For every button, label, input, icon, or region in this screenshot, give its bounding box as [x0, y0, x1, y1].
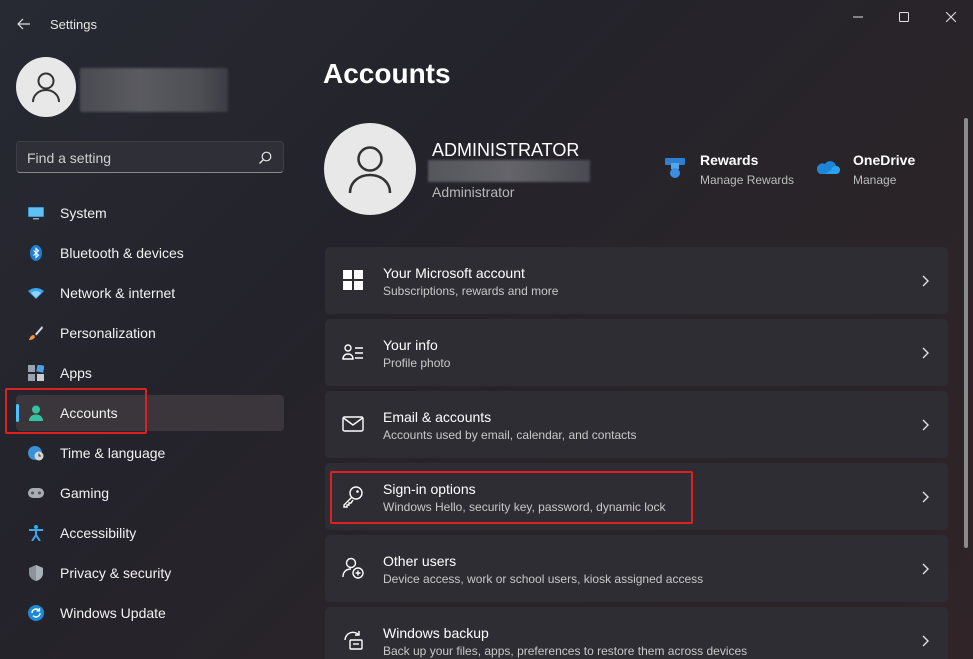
- page-title: Accounts: [323, 58, 451, 89]
- rewards-link[interactable]: Rewards Manage Rewards: [664, 152, 804, 192]
- sidebar-item-label: Windows Update: [60, 605, 166, 621]
- sidebar-item-label: Gaming: [60, 485, 110, 501]
- person-icon: [29, 405, 43, 421]
- apps-icon: [28, 365, 44, 381]
- sidebar-item-label: Bluetooth & devices: [60, 245, 184, 261]
- minimize-button[interactable]: [838, 2, 878, 32]
- account-avatar[interactable]: [324, 123, 416, 215]
- card-subtitle: Back up your files, apps, preferences to…: [383, 644, 748, 658]
- card-email-accounts[interactable]: Email & accounts Accounts used by email,…: [325, 391, 948, 458]
- globe-clock-icon: [28, 446, 44, 461]
- sidebar-item-accounts[interactable]: Accounts: [16, 395, 284, 431]
- settings-card-list: Your Microsoft account Subscriptions, re…: [325, 247, 948, 659]
- redacted-profile-name: [80, 68, 228, 112]
- back-button[interactable]: [12, 12, 36, 36]
- update-icon: [28, 605, 44, 621]
- monitor-icon: [28, 207, 44, 220]
- sidebar-nav: System Bluetooth & devices Network & int…: [16, 195, 284, 635]
- onedrive-cloud-icon: [817, 161, 840, 174]
- close-icon: [946, 12, 956, 22]
- chevron-right-icon: [922, 419, 929, 431]
- title-bar: Settings: [0, 0, 973, 46]
- key-icon: [343, 486, 363, 508]
- card-title: Windows backup: [383, 625, 489, 641]
- sidebar-item-gaming[interactable]: Gaming: [16, 475, 284, 511]
- card-subtitle: Profile photo: [383, 356, 451, 370]
- chevron-right-icon: [922, 635, 929, 647]
- sidebar-item-apps[interactable]: Apps: [16, 355, 284, 391]
- paintbrush-icon: [29, 326, 43, 340]
- app-title: Settings: [50, 17, 97, 32]
- sidebar-item-label: Accessibility: [60, 525, 137, 541]
- person-silhouette-icon: [32, 72, 60, 103]
- mail-icon: [342, 416, 364, 432]
- onedrive-title: OneDrive: [853, 152, 916, 168]
- rewards-subtitle: Manage Rewards: [700, 173, 795, 187]
- sidebar-item-bluetooth[interactable]: Bluetooth & devices: [16, 235, 284, 271]
- card-subtitle: Device access, work or school users, kio…: [383, 572, 704, 586]
- maximize-button[interactable]: [884, 2, 924, 32]
- minimize-icon: [853, 16, 863, 18]
- bluetooth-icon: [30, 245, 42, 261]
- selection-indicator: [16, 404, 19, 422]
- card-your-info[interactable]: Your info Profile photo: [325, 319, 948, 386]
- sidebar-item-label: Network & internet: [60, 285, 176, 301]
- sidebar-item-time-language[interactable]: Time & language: [16, 435, 284, 471]
- sidebar-item-label: Time & language: [60, 445, 166, 461]
- onedrive-link[interactable]: OneDrive Manage: [817, 152, 927, 192]
- profile-avatar[interactable]: [16, 57, 76, 117]
- card-title: Other users: [383, 553, 457, 569]
- sidebar-item-label: Personalization: [60, 325, 156, 341]
- windows-logo-icon: [343, 270, 363, 290]
- chevron-right-icon: [922, 347, 929, 359]
- backup-icon: [344, 631, 363, 650]
- onedrive-subtitle: Manage: [853, 173, 897, 187]
- add-user-icon: [342, 557, 364, 579]
- sidebar-item-accessibility[interactable]: Accessibility: [16, 515, 284, 551]
- card-subtitle: Subscriptions, rewards and more: [383, 284, 559, 298]
- chevron-right-icon: [922, 563, 929, 575]
- search-box[interactable]: [16, 141, 284, 173]
- search-icon[interactable]: [257, 150, 273, 166]
- rewards-title: Rewards: [700, 152, 759, 168]
- maximize-icon: [899, 12, 909, 22]
- sidebar-item-label: System: [60, 205, 107, 221]
- wifi-icon: [28, 288, 44, 299]
- card-microsoft-account[interactable]: Your Microsoft account Subscriptions, re…: [325, 247, 948, 314]
- card-title: Your info: [383, 337, 438, 353]
- scrollbar[interactable]: [964, 118, 968, 548]
- card-windows-backup[interactable]: Windows backup Back up your files, apps,…: [325, 607, 948, 659]
- back-arrow-icon: [17, 18, 30, 30]
- card-title: Sign-in options: [383, 481, 476, 497]
- card-sign-in-options[interactable]: Sign-in options Windows Hello, security …: [325, 463, 948, 530]
- sidebar-item-system[interactable]: System: [16, 195, 284, 231]
- rewards-medal-icon: [665, 158, 685, 178]
- search-input[interactable]: [27, 148, 247, 168]
- sidebar-item-privacy[interactable]: Privacy & security: [16, 555, 284, 591]
- account-role: Administrator: [432, 184, 515, 200]
- accessibility-icon: [29, 525, 43, 541]
- card-other-users[interactable]: Other users Device access, work or schoo…: [325, 535, 948, 602]
- card-title: Email & accounts: [383, 409, 492, 425]
- gamepad-icon: [28, 488, 44, 498]
- card-subtitle: Windows Hello, security key, password, d…: [383, 500, 666, 514]
- redacted-account-email: [428, 160, 590, 182]
- sidebar-item-windows-update[interactable]: Windows Update: [16, 595, 284, 631]
- card-subtitle: Accounts used by email, calendar, and co…: [383, 428, 637, 442]
- sidebar-item-label: Privacy & security: [60, 565, 172, 581]
- chevron-right-icon: [922, 275, 929, 287]
- chevron-right-icon: [922, 491, 929, 503]
- card-title: Your Microsoft account: [383, 265, 525, 281]
- sidebar-item-label: Apps: [60, 365, 92, 381]
- close-button[interactable]: [931, 2, 971, 32]
- sidebar-item-personalization[interactable]: Personalization: [16, 315, 284, 351]
- person-silhouette-icon: [348, 146, 392, 194]
- shield-icon: [29, 565, 43, 581]
- contact-card-icon: [342, 344, 363, 360]
- sidebar-item-network[interactable]: Network & internet: [16, 275, 284, 311]
- sidebar-item-label: Accounts: [60, 405, 118, 421]
- account-name: ADMINISTRATOR: [432, 140, 580, 160]
